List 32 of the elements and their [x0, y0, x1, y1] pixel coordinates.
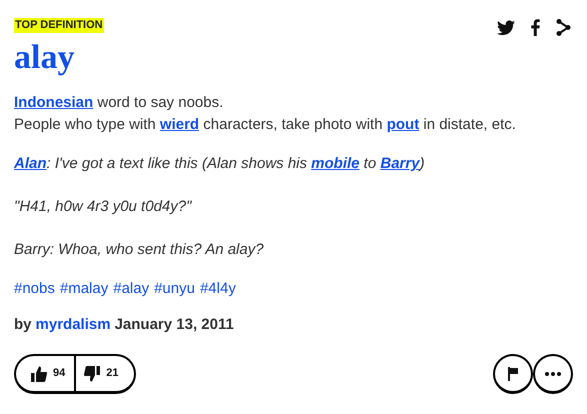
word-link[interactable]: wierd	[160, 116, 200, 133]
twitter-bird-icon[interactable]	[497, 20, 515, 36]
facebook-icon[interactable]	[531, 19, 540, 36]
post-date: January 13, 2011	[114, 315, 234, 335]
hashtag-link[interactable]: #nobs	[14, 278, 55, 300]
downvote-button[interactable]: 21	[76, 356, 134, 391]
example-text: "H41, h0w 4r3 y0u t0d4y?"	[14, 197, 193, 217]
share-icon[interactable]	[556, 19, 571, 36]
hashtag-link[interactable]: #alay	[113, 278, 150, 300]
word-title[interactable]: alay	[14, 37, 573, 79]
hashtag-link[interactable]: #4l4y	[200, 278, 236, 300]
flag-icon	[508, 366, 518, 380]
thumbs-up-icon	[31, 366, 47, 382]
definition-text: People who type with wierd characters, take photo with pout in distate, etc.	[14, 115, 517, 135]
more-button[interactable]	[533, 354, 573, 394]
word-link[interactable]: Alan	[14, 155, 47, 172]
ellipsis-icon	[545, 372, 561, 376]
word-link[interactable]: Indonesian	[14, 94, 94, 111]
thumbs-down-icon	[84, 366, 100, 382]
example-text: Alan: I've got a text like this (Alan shows his mobile to Barry)	[14, 154, 426, 174]
author-link[interactable]: myrdalism	[36, 315, 111, 335]
top-definition-badge: TOP DEFINITION	[14, 18, 104, 33]
hashtag-link[interactable]: #malay	[60, 278, 108, 300]
example-text: Barry: Whoa, who sent this? An alay?	[14, 240, 265, 260]
byline-prefix: by	[14, 315, 32, 335]
word-link[interactable]: Barry	[380, 155, 420, 172]
definition-text: Indonesian word to say noobs.	[14, 93, 224, 113]
word-link[interactable]: pout	[386, 116, 420, 133]
word-link[interactable]: mobile	[311, 155, 360, 172]
hashtag-link[interactable]: #unyu	[154, 278, 195, 300]
upvote-button[interactable]: 94	[16, 356, 76, 391]
flag-button[interactable]	[493, 354, 533, 394]
